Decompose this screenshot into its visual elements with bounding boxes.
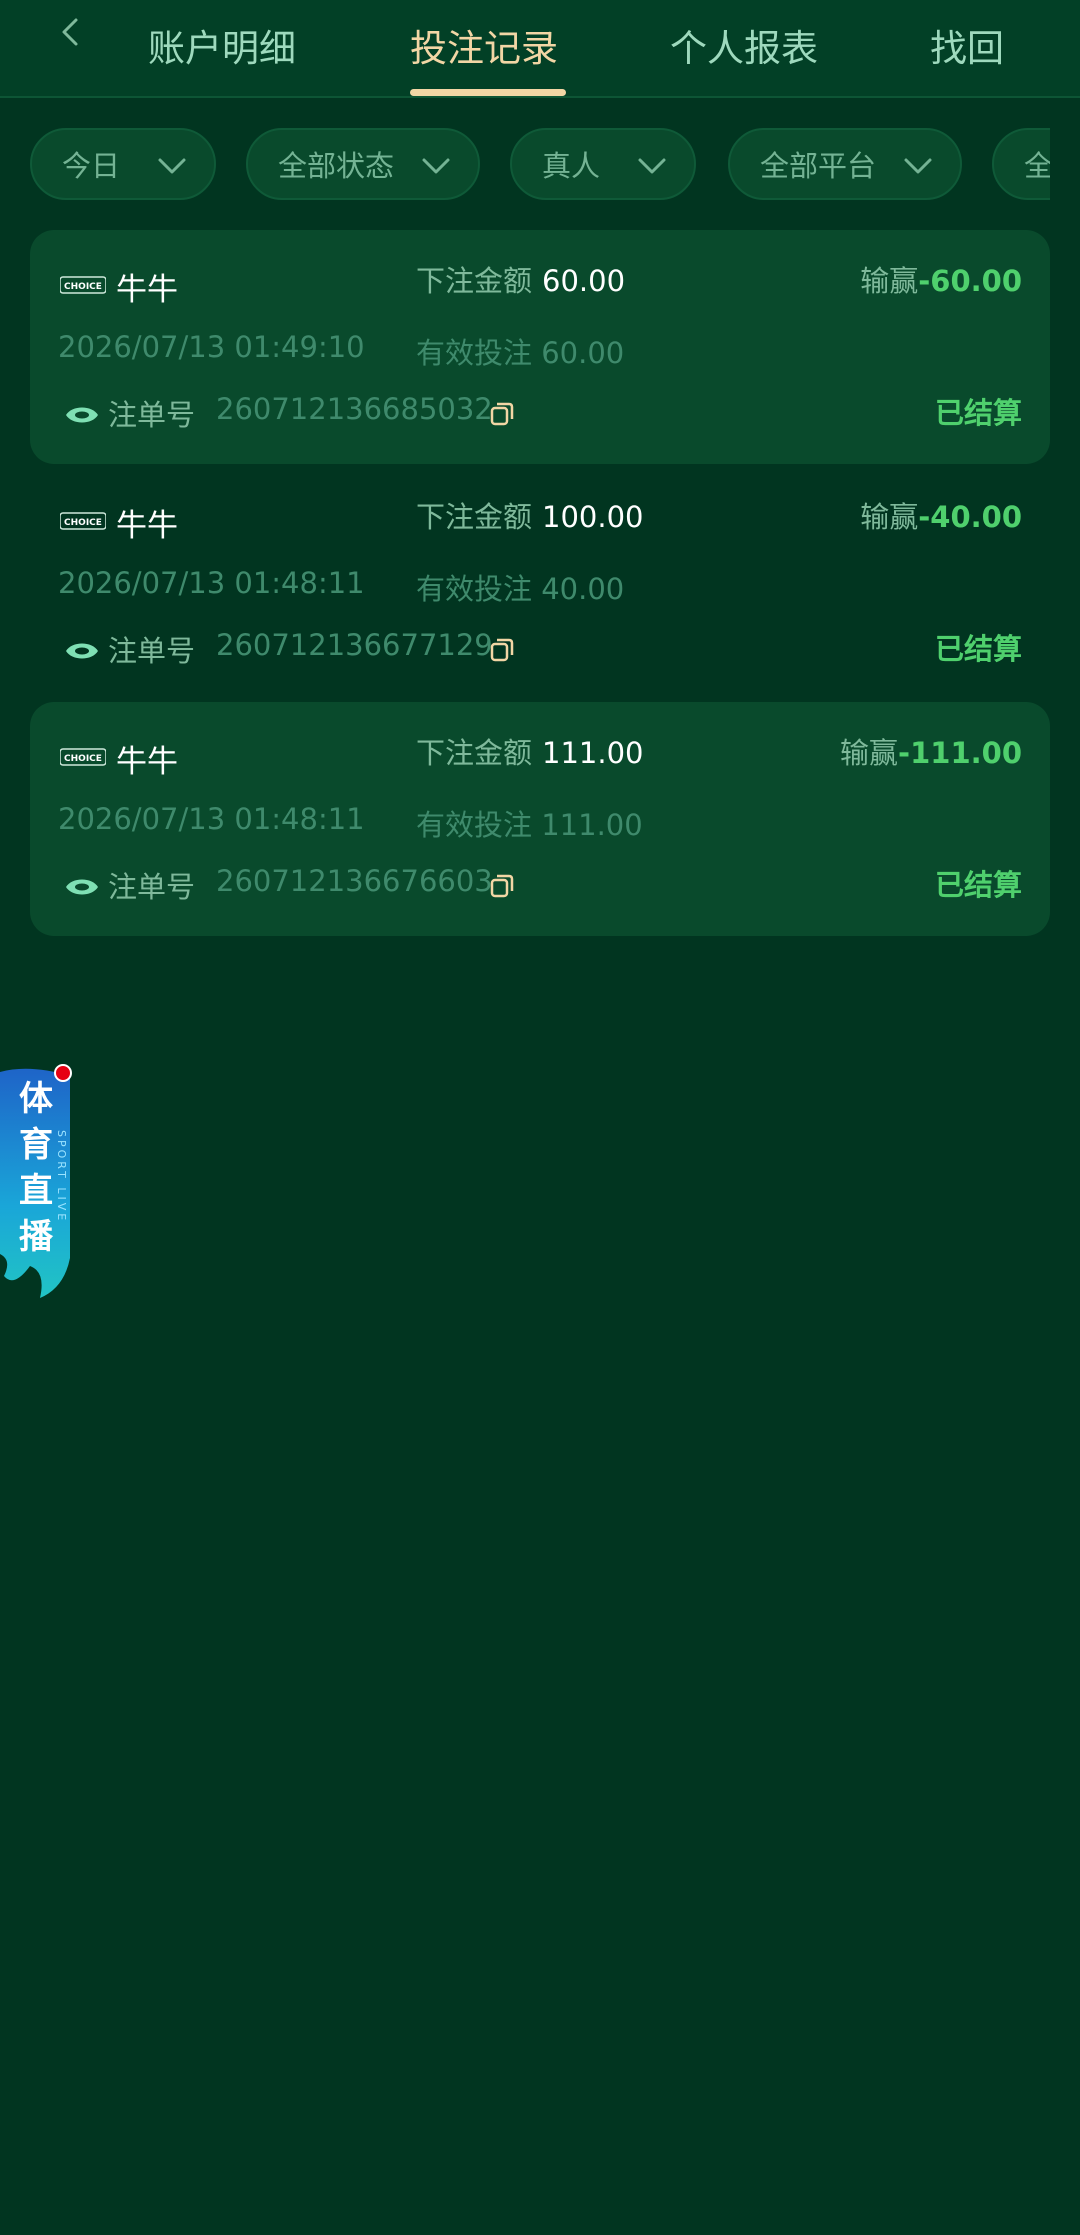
valid-bet: 有效投注 111.00	[416, 802, 643, 844]
status-badge: 已结算	[934, 396, 1022, 430]
win-loss: 输赢-40.00	[860, 494, 1022, 536]
status-badge: 已结算	[934, 632, 1022, 666]
valid-bet: 有效投注 60.00	[416, 330, 624, 372]
win-loss-label: 输赢	[860, 264, 919, 298]
order-no: 260712136677129	[216, 628, 493, 662]
filter-category-label: 真人	[542, 149, 601, 183]
bet-record-card[interactable]: CHOICE 牛牛 下注金额 111.00 输赢-111.00 2026/07/1…	[30, 702, 1050, 936]
eye-icon[interactable]	[64, 640, 100, 662]
filter-bar: 今日 全部状态 真人 全部平台 全	[0, 128, 1050, 200]
notification-dot	[54, 1064, 72, 1082]
bet-amount-label: 下注金额	[416, 736, 533, 770]
chevron-down-icon	[422, 158, 450, 174]
order-no: 260712136685032	[216, 392, 493, 426]
valid-bet: 有效投注 40.00	[416, 566, 624, 608]
copy-icon[interactable]	[488, 400, 516, 428]
filter-category[interactable]: 真人	[510, 128, 696, 200]
valid-bet-label: 有效投注	[416, 336, 533, 370]
copy-icon[interactable]	[488, 872, 516, 900]
win-loss-value: -40.00	[918, 500, 1022, 534]
order-no-label: 注单号	[108, 870, 196, 904]
copy-icon[interactable]	[488, 636, 516, 664]
bet-amount-label: 下注金额	[416, 264, 533, 298]
bet-time: 2026/07/13 01:48:11	[58, 802, 365, 836]
valid-bet-value: 111.00	[541, 808, 643, 842]
choice-logo: CHOICE	[60, 512, 106, 530]
win-loss-value: -111.00	[898, 736, 1022, 770]
choice-logo: CHOICE	[60, 748, 106, 766]
logo-text: CHOICE	[64, 282, 102, 292]
tab-personal-report[interactable]: 个人报表	[670, 18, 818, 72]
eye-icon[interactable]	[64, 404, 100, 426]
game-name: 牛牛	[116, 272, 178, 308]
valid-bet-value: 40.00	[541, 572, 625, 606]
filter-date[interactable]: 今日	[30, 128, 216, 200]
win-loss: 输赢-111.00	[840, 730, 1022, 772]
bet-record-card[interactable]: CHOICE 牛牛 下注金额 60.00 输赢-60.00 2026/07/13 …	[30, 230, 1050, 464]
back-arrow-icon[interactable]	[52, 12, 92, 52]
filter-date-label: 今日	[62, 149, 121, 183]
bet-amount-label: 下注金额	[416, 500, 533, 534]
win-loss-label: 输赢	[860, 500, 919, 534]
filter-platform-label: 全部平台	[760, 149, 877, 183]
filter-status[interactable]: 全部状态	[246, 128, 480, 200]
filter-more[interactable]: 全	[992, 128, 1050, 200]
filter-platform[interactable]: 全部平台	[728, 128, 962, 200]
order-no: 260712136676603	[216, 864, 493, 898]
bet-amount: 下注金额 60.00	[416, 258, 625, 300]
valid-bet-value: 60.00	[541, 336, 625, 370]
active-tab-indicator	[410, 89, 566, 96]
tab-retrieve[interactable]: 找回	[930, 18, 1004, 72]
bet-amount: 下注金额 111.00	[416, 730, 644, 772]
tab-bet-records[interactable]: 投注记录	[410, 18, 558, 72]
game-name: 牛牛	[116, 744, 178, 780]
win-loss-label: 输赢	[840, 736, 899, 770]
logo-text: CHOICE	[64, 754, 102, 764]
status-badge: 已结算	[934, 868, 1022, 902]
bet-amount: 下注金额 100.00	[416, 494, 644, 536]
chevron-down-icon	[158, 158, 186, 174]
chevron-down-icon	[638, 158, 666, 174]
bet-amount-value: 60.00	[542, 264, 626, 298]
filter-more-label: 全	[1024, 149, 1050, 183]
order-no-label: 注单号	[108, 398, 196, 432]
choice-logo: CHOICE	[60, 276, 106, 294]
top-tab-bar: 账户明细 投注记录 个人报表 找回	[0, 0, 1080, 98]
valid-bet-label: 有效投注	[416, 572, 533, 606]
bet-amount-value: 111.00	[542, 736, 644, 770]
eye-icon[interactable]	[64, 876, 100, 898]
bet-time: 2026/07/13 01:49:10	[58, 330, 365, 364]
logo-text: CHOICE	[64, 518, 102, 528]
order-no-label: 注单号	[108, 634, 196, 668]
tab-account-details[interactable]: 账户明细	[148, 18, 296, 72]
bet-amount-value: 100.00	[542, 500, 644, 534]
valid-bet-label: 有效投注	[416, 808, 533, 842]
filter-status-label: 全部状态	[278, 149, 395, 183]
win-loss-value: -60.00	[918, 264, 1022, 298]
bet-time: 2026/07/13 01:48:11	[58, 566, 365, 600]
win-loss: 输赢-60.00	[860, 258, 1022, 300]
sport-live-subtitle: SPORT LIVE	[55, 1130, 68, 1224]
chevron-down-icon	[904, 158, 932, 174]
game-name: 牛牛	[116, 508, 178, 544]
bet-record-card[interactable]: CHOICE 牛牛 下注金额 100.00 输赢-40.00 2026/07/13…	[30, 466, 1050, 700]
